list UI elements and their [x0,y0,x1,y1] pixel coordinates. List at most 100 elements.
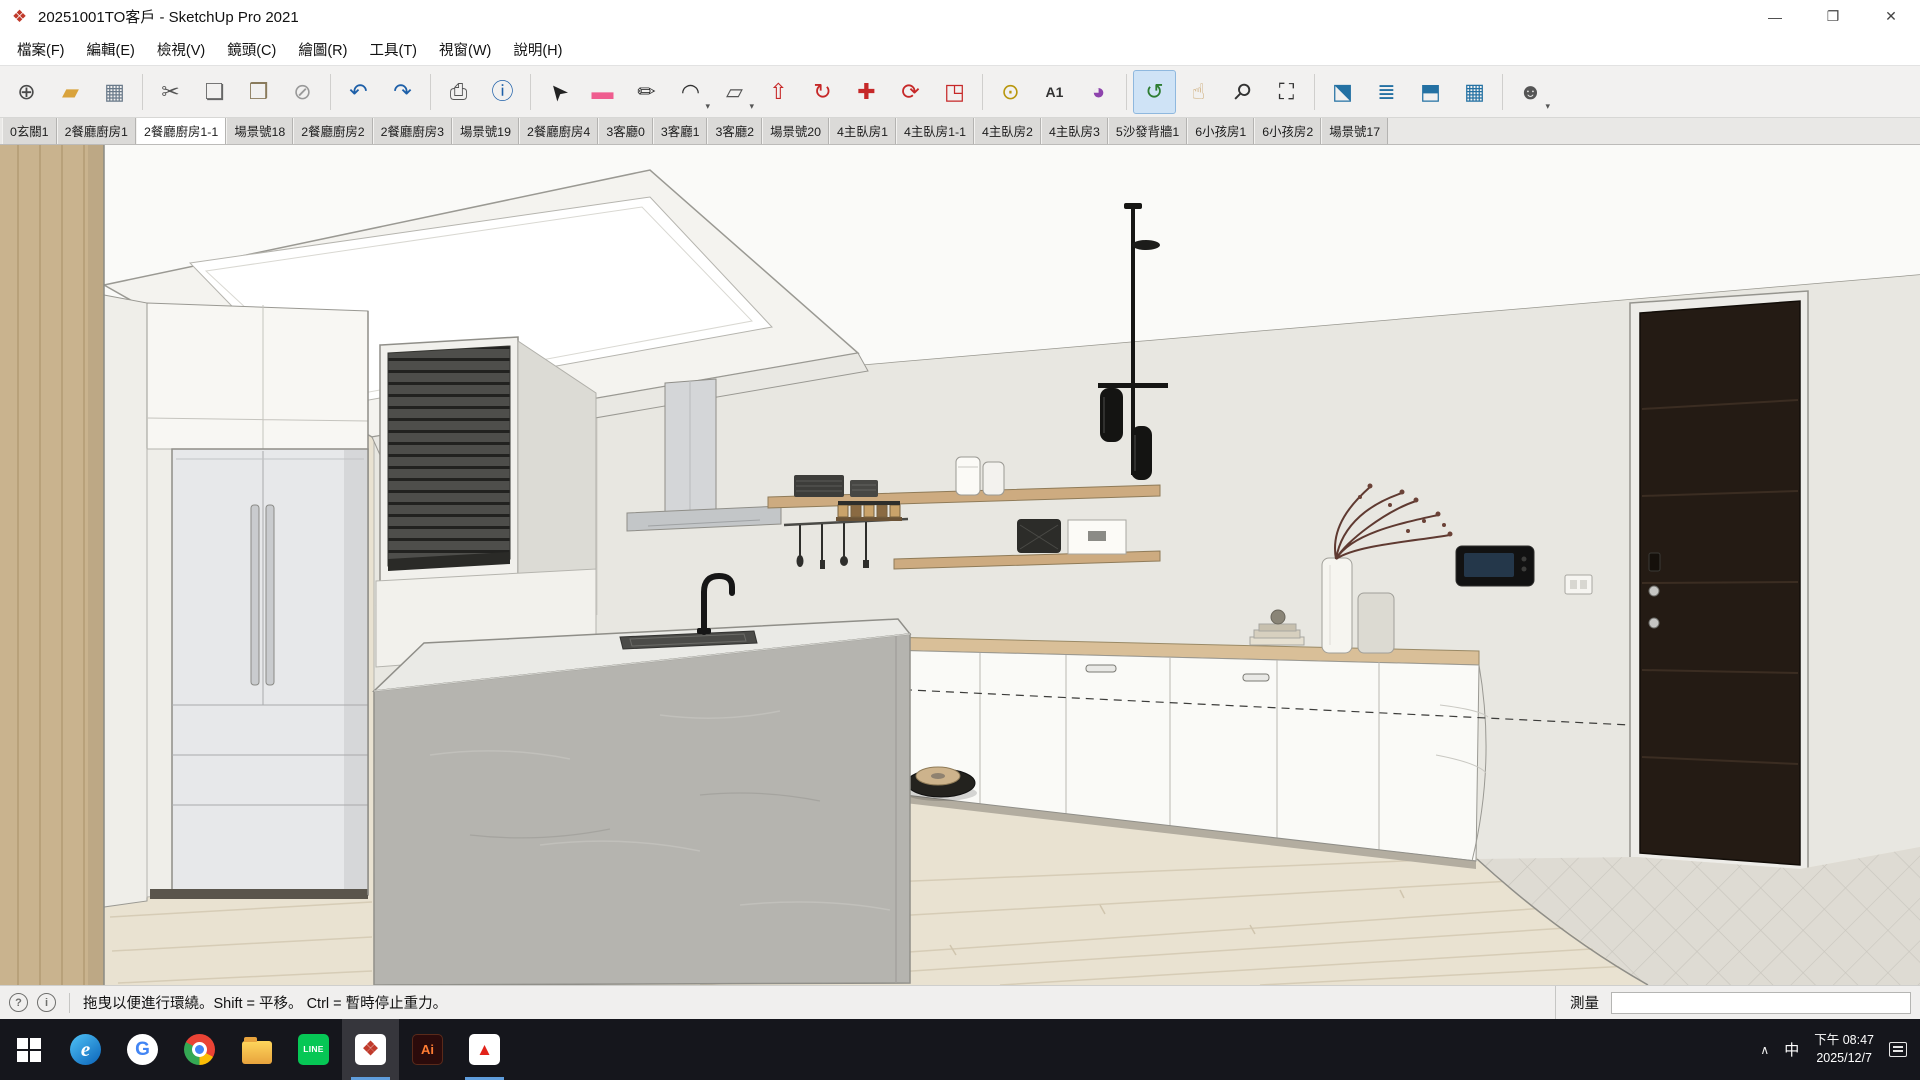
save-button[interactable]: ▦ [93,70,136,114]
scene-tab-13[interactable]: 4主臥房1 [829,118,896,144]
minimize-button[interactable]: — [1746,0,1804,33]
pencil-tool[interactable]: ✏ [625,70,668,114]
menu-item-t[interactable]: 工具(T) [358,39,428,60]
print-button[interactable]: ⎙ [437,70,480,114]
scene-tab-1[interactable]: 0玄關1 [2,118,57,144]
menu-item-e[interactable]: 編輯(E) [76,39,146,60]
cut-button-icon: ✂ [161,81,179,103]
menu-item-w[interactable]: 視窗(W) [428,39,502,60]
redo-button[interactable]: ↷ [381,70,424,114]
undo-button[interactable]: ↶ [337,70,380,114]
menu-item-r[interactable]: 繪圖(R) [287,39,358,60]
arc-tool[interactable]: ◠▾ [669,70,712,114]
erase-button[interactable]: ⊘ [281,70,324,114]
rectangle-tool-icon: ▱ [726,81,743,103]
orbit-tool[interactable]: ↺ [1133,70,1176,114]
scene-tab-7[interactable]: 場景號19 [452,118,519,144]
maximize-button[interactable]: ❐ [1804,0,1862,33]
model-info-button-icon: ⓘ [491,81,513,103]
taskbar-apps: eG LINE❖Ai ▲ [0,1019,513,1080]
toolbar-separator [142,74,143,110]
scene-tab-14[interactable]: 4主臥房1-1 [896,118,974,144]
adobe-ai-icon[interactable]: Ai [399,1019,456,1080]
scene-tab-8[interactable]: 2餐廳廚房4 [519,118,598,144]
ime-indicator[interactable]: 中 [1784,1039,1799,1060]
zoom-tool-icon: ⚲ [1229,78,1256,105]
menu-item-v[interactable]: 檢視(V) [146,39,216,60]
scene-tab-20[interactable]: 場景號17 [1321,118,1388,144]
new-model-button-icon: ⊕ [17,81,35,103]
file-explorer-icon[interactable] [228,1019,285,1080]
action-center-icon[interactable] [1889,1042,1907,1057]
window-controls: — ❐ ✕ [1746,0,1920,33]
eraser-tool[interactable]: ▬ [581,70,624,114]
scene-tab-17[interactable]: 5沙發背牆1 [1108,118,1187,144]
rotate-tool[interactable]: ⟳ [889,70,932,114]
walk-tool[interactable]: ≣ [1365,70,1408,114]
system-tray: ∧ 中 下午 08:47 2025/12/7 [1747,1019,1920,1080]
measurement-input[interactable] [1611,992,1911,1014]
menu-item-f[interactable]: 檔案(F) [6,39,76,60]
followme-tool-icon: ↻ [813,81,831,103]
eraser-tool-icon: ▬ [592,81,614,103]
scene-tab-18[interactable]: 6小孩房1 [1187,118,1254,144]
dropdown-caret-icon[interactable]: ▾ [705,102,710,111]
model-info-button[interactable]: ⓘ [481,70,524,114]
new-model-button[interactable]: ⊕ [5,70,48,114]
orbit-tool-icon: ↺ [1145,81,1163,103]
credits-info-icon[interactable]: i [37,993,56,1012]
followme-tool[interactable]: ↻ [801,70,844,114]
chrome-icon[interactable] [171,1019,228,1080]
scene-tab-2[interactable]: 2餐廳廚房1 [57,118,136,144]
select-tool[interactable]: ➤ [537,70,580,114]
taskbar-clock[interactable]: 下午 08:47 2025/12/7 [1814,1032,1874,1067]
section-plane-tool[interactable]: ⬒ [1409,70,1452,114]
scene-tab-12[interactable]: 場景號20 [762,118,829,144]
dropdown-caret-icon[interactable]: ▾ [749,102,754,111]
dropdown-caret-icon[interactable]: ▾ [1545,102,1550,111]
user-account-button[interactable]: ☻▾ [1509,70,1552,114]
close-button[interactable]: ✕ [1862,0,1920,33]
acrobat-icon-glyph: ▲ [469,1034,500,1065]
scene-tab-3[interactable]: 2餐廳廚房1-1 [136,118,226,144]
scene-tab-16[interactable]: 4主臥房3 [1041,118,1108,144]
geolocation-icon[interactable]: ? [9,993,28,1012]
move-tool[interactable]: ✚ [845,70,888,114]
rectangle-tool[interactable]: ▱▾ [713,70,756,114]
start-button[interactable] [0,1019,57,1080]
text-tool[interactable]: A1 [1033,70,1076,114]
position-camera-button[interactable]: ⬔ [1321,70,1364,114]
scene-tab-15[interactable]: 4主臥房2 [974,118,1041,144]
menu-item-h[interactable]: 說明(H) [502,39,573,60]
toolbar: ⊕▰▦✂❏❒⊘↶↷⎙ⓘ➤▬✏◠▾▱▾⇧↻✚⟳◳⊙A1◕↺☝⚲⛶⬔≣⬒▦☻▾ [0,66,1920,118]
scene-tab-9[interactable]: 3客廳0 [598,118,653,144]
viewport-canvas[interactable] [0,145,1920,985]
pan-tool-icon: ☝ [1192,81,1205,103]
scene-tab-10[interactable]: 3客廳1 [653,118,708,144]
scene-tab-6[interactable]: 2餐廳廚房3 [373,118,452,144]
cut-button[interactable]: ✂ [149,70,192,114]
tape-measure-tool[interactable]: ⊙ [989,70,1032,114]
scene-tab-5[interactable]: 2餐廳廚房2 [293,118,372,144]
sketchup-icon[interactable]: ❖ [342,1019,399,1080]
hidden-icons-chevron[interactable]: ∧ [1760,1043,1769,1057]
menu-item-c[interactable]: 鏡頭(C) [216,39,287,60]
zoom-tool[interactable]: ⚲ [1221,70,1264,114]
paint-bucket-tool[interactable]: ◕ [1077,70,1120,114]
paste-button[interactable]: ❒ [237,70,280,114]
pushpull-tool[interactable]: ⇧ [757,70,800,114]
measurement-label: 測量 [1570,992,1599,1013]
scene-tab-4[interactable]: 場景號18 [226,118,293,144]
scene-tab-11[interactable]: 3客廳2 [707,118,762,144]
zoom-extents-button[interactable]: ⛶ [1265,70,1308,114]
edge-icon[interactable]: e [57,1019,114,1080]
google-icon[interactable]: G [114,1019,171,1080]
scene-tab-19[interactable]: 6小孩房2 [1254,118,1321,144]
line-icon[interactable]: LINE [285,1019,342,1080]
acrobat-icon[interactable]: ▲ [456,1019,513,1080]
scale-tool[interactable]: ◳ [933,70,976,114]
pan-tool[interactable]: ☝ [1177,70,1220,114]
section-display-button[interactable]: ▦ [1453,70,1496,114]
open-button[interactable]: ▰ [49,70,92,114]
copy-button[interactable]: ❏ [193,70,236,114]
